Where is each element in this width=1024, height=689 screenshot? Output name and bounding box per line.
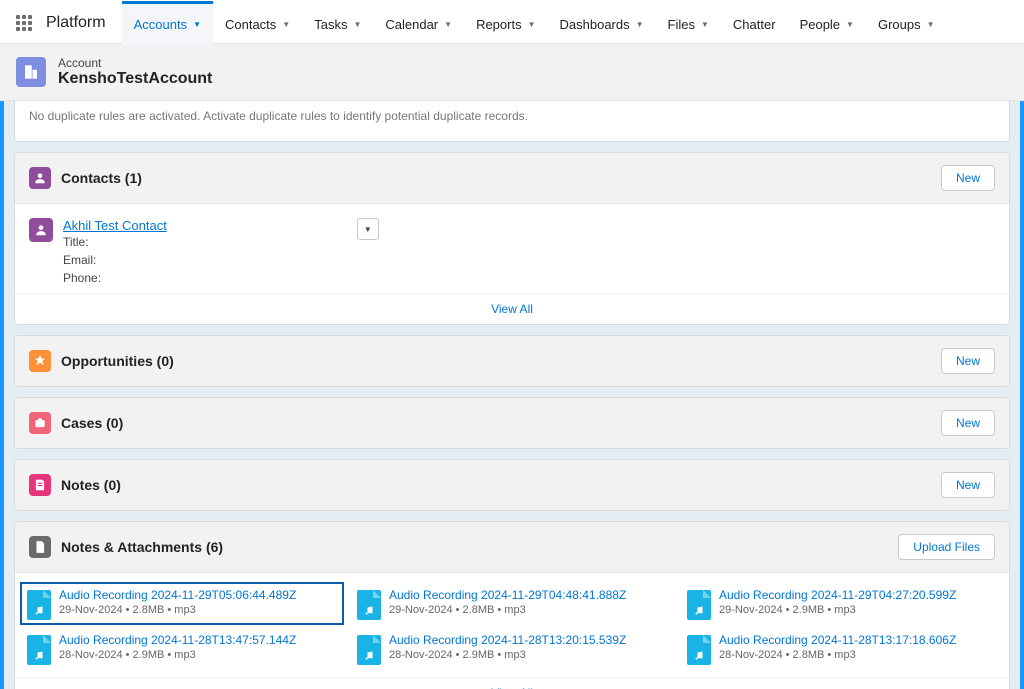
cases-icon: [29, 412, 51, 434]
contact-phone-field: Phone:: [63, 269, 167, 287]
attachments-card: Notes & Attachments (6) Upload Files Aud…: [14, 521, 1010, 689]
contacts-title[interactable]: Contacts (1): [61, 170, 142, 186]
contacts-new-button[interactable]: New: [941, 165, 995, 191]
opportunities-card: Opportunities (0) New: [14, 335, 1010, 387]
nav-tab-chatter[interactable]: Chatter: [721, 1, 788, 45]
contact-link[interactable]: Akhil Test Contact: [63, 218, 167, 233]
attachment-name[interactable]: Audio Recording 2024-11-29T04:48:41.888Z: [389, 587, 626, 604]
nav-tab-contacts[interactable]: Contacts▼: [213, 1, 302, 45]
global-nav: Platform Accounts▼ Contacts▼ Tasks▼ Cale…: [0, 0, 1024, 44]
cases-title[interactable]: Cases (0): [61, 415, 123, 431]
contact-row-menu[interactable]: ▼: [357, 218, 379, 240]
attachments-view-all[interactable]: View All: [15, 677, 1009, 689]
attachment-meta: 29-Nov-2024 • 2.9MB • mp3: [719, 604, 956, 616]
chevron-down-icon[interactable]: ▼: [528, 20, 536, 29]
attachment-item[interactable]: Audio Recording 2024-11-28T13:20:15.539Z…: [351, 628, 673, 669]
chevron-down-icon[interactable]: ▼: [193, 20, 201, 29]
attachment-meta: 28-Nov-2024 • 2.9MB • mp3: [59, 649, 296, 661]
chevron-down-icon[interactable]: ▼: [282, 20, 290, 29]
contact-row-icon: [29, 218, 53, 242]
attachment-item[interactable]: Audio Recording 2024-11-29T05:06:44.489Z…: [21, 583, 343, 624]
audio-file-icon: [687, 590, 711, 620]
nav-tab-accounts[interactable]: Accounts▼: [122, 1, 213, 45]
audio-file-icon: [357, 635, 381, 665]
contacts-card: Contacts (1) New Akhil Test Contact Titl…: [14, 152, 1010, 325]
chevron-down-icon[interactable]: ▼: [636, 20, 644, 29]
notes-card: Notes (0) New: [14, 459, 1010, 511]
contacts-view-all[interactable]: View All: [15, 293, 1009, 324]
record-type-label: Account: [58, 56, 212, 70]
cases-card: Cases (0) New: [14, 397, 1010, 449]
attachments-title[interactable]: Notes & Attachments (6): [61, 539, 223, 555]
nav-tab-people[interactable]: People▼: [788, 1, 866, 45]
nav-tab-tasks[interactable]: Tasks▼: [302, 1, 373, 45]
attachment-item[interactable]: Audio Recording 2024-11-28T13:47:57.144Z…: [21, 628, 343, 669]
contact-email-field: Email:: [63, 251, 167, 269]
record-name: KenshoTestAccount: [58, 70, 212, 88]
chevron-down-icon[interactable]: ▼: [353, 20, 361, 29]
audio-file-icon: [357, 590, 381, 620]
notes-title[interactable]: Notes (0): [61, 477, 121, 493]
workspace: No duplicate rules are activated. Activa…: [0, 101, 1024, 689]
notes-icon: [29, 474, 51, 496]
chevron-down-icon[interactable]: ▼: [701, 20, 709, 29]
audio-file-icon: [27, 590, 51, 620]
attachments-icon: [29, 536, 51, 558]
notes-new-button[interactable]: New: [941, 472, 995, 498]
attachment-item[interactable]: Audio Recording 2024-11-28T13:17:18.606Z…: [681, 628, 1003, 669]
attachment-meta: 28-Nov-2024 • 2.8MB • mp3: [719, 649, 956, 661]
upload-files-button[interactable]: Upload Files: [898, 534, 995, 560]
nav-tab-dashboards[interactable]: Dashboards▼: [548, 1, 656, 45]
contacts-icon: [29, 167, 51, 189]
record-header: Account KenshoTestAccount: [0, 44, 1024, 101]
contact-title-field: Title:: [63, 233, 167, 251]
attachment-name[interactable]: Audio Recording 2024-11-28T13:47:57.144Z: [59, 632, 296, 649]
nav-tab-reports[interactable]: Reports▼: [464, 1, 547, 45]
attachment-item[interactable]: Audio Recording 2024-11-29T04:48:41.888Z…: [351, 583, 673, 624]
chevron-down-icon[interactable]: ▼: [927, 20, 935, 29]
attachment-name[interactable]: Audio Recording 2024-11-29T05:06:44.489Z: [59, 587, 296, 604]
attachment-meta: 29-Nov-2024 • 2.8MB • mp3: [389, 604, 626, 616]
account-icon: [16, 57, 46, 87]
attachment-name[interactable]: Audio Recording 2024-11-29T04:27:20.599Z: [719, 587, 956, 604]
audio-file-icon: [687, 635, 711, 665]
app-name: Platform: [46, 14, 106, 32]
audio-file-icon: [27, 635, 51, 665]
attachment-item[interactable]: Audio Recording 2024-11-29T04:27:20.599Z…: [681, 583, 1003, 624]
opportunities-title[interactable]: Opportunities (0): [61, 353, 174, 369]
attachment-meta: 29-Nov-2024 • 2.8MB • mp3: [59, 604, 296, 616]
duplicate-rules-banner: No duplicate rules are activated. Activa…: [14, 101, 1010, 142]
chevron-down-icon[interactable]: ▼: [444, 20, 452, 29]
app-launcher-icon[interactable]: [10, 9, 38, 37]
nav-tab-calendar[interactable]: Calendar▼: [373, 1, 464, 45]
attachment-meta: 28-Nov-2024 • 2.9MB • mp3: [389, 649, 626, 661]
opportunities-new-button[interactable]: New: [941, 348, 995, 374]
nav-tabs: Accounts▼ Contacts▼ Tasks▼ Calendar▼ Rep…: [122, 1, 947, 45]
attachment-name[interactable]: Audio Recording 2024-11-28T13:20:15.539Z: [389, 632, 626, 649]
attachment-name[interactable]: Audio Recording 2024-11-28T13:17:18.606Z: [719, 632, 956, 649]
cases-new-button[interactable]: New: [941, 410, 995, 436]
nav-tab-files[interactable]: Files▼: [656, 1, 721, 45]
attachments-grid: Audio Recording 2024-11-29T05:06:44.489Z…: [15, 573, 1009, 677]
opportunities-icon: [29, 350, 51, 372]
chevron-down-icon[interactable]: ▼: [846, 20, 854, 29]
nav-tab-groups[interactable]: Groups▼: [866, 1, 947, 45]
